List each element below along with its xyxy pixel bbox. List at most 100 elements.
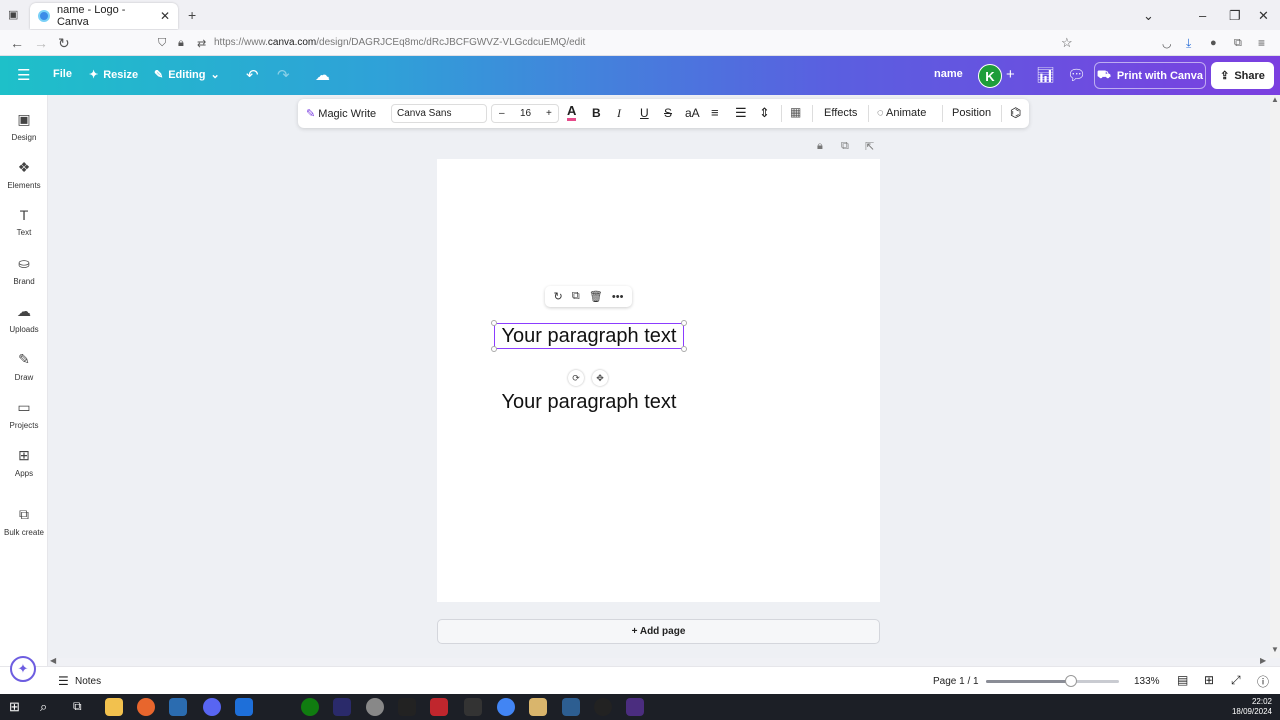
cloud-save-icon[interactable]: ☁	[315, 66, 330, 84]
app-icon[interactable]	[464, 698, 482, 716]
taskbar-clock[interactable]: 22:02 18/09/2024	[1232, 697, 1272, 717]
editing-mode-button[interactable]: ✎ Editing ⌄	[154, 68, 220, 82]
restore-icon[interactable]: ❐	[1229, 8, 1241, 24]
horizontal-scrollbar[interactable]: ◀ ▶	[48, 656, 1270, 666]
sidebar-item-uploads[interactable]: ☁ Uploads	[0, 303, 48, 334]
add-page-button[interactable]: + Add page	[437, 619, 880, 644]
fullscreen-icon[interactable]: ⤢	[1231, 673, 1241, 688]
copy-style-paint-roller-icon[interactable]: ⌬	[1010, 105, 1021, 121]
trash-icon[interactable]: 🗑︎	[589, 290, 603, 303]
insights-chart-icon[interactable]: 📊︎	[1036, 66, 1055, 84]
font-size-increase-button[interactable]: +	[546, 108, 552, 119]
align-center-icon[interactable]: ≡	[711, 105, 719, 120]
zoom-slider[interactable]	[986, 675, 1119, 687]
font-size-stepper[interactable]: – 16 +	[491, 104, 559, 123]
help-icon[interactable]: ⓘ	[1257, 673, 1269, 690]
transparency-icon[interactable]: ▦	[790, 105, 801, 119]
add-page-icon[interactable]: ⇱	[865, 140, 874, 153]
sidebar-item-draw[interactable]: ✎ Draw	[0, 351, 48, 382]
spacing-icon[interactable]: ⇕	[759, 105, 770, 121]
mail-icon[interactable]	[235, 698, 253, 716]
downloads-icon[interactable]: ⤓	[1186, 36, 1191, 51]
tab-list-icon[interactable]: ▣	[8, 8, 18, 21]
page-indicator[interactable]: Page 1 / 1	[933, 676, 979, 687]
permissions-icon[interactable]: ⇄	[197, 37, 206, 50]
reload-icon[interactable]: ↻	[58, 35, 70, 52]
list-icon[interactable]: ☰	[735, 105, 747, 121]
comment-icon[interactable]: 💬︎	[1067, 66, 1086, 84]
resize-handle[interactable]	[491, 346, 497, 352]
text-box[interactable]: Your paragraph text	[494, 389, 684, 415]
zoom-slider-thumb[interactable]	[1065, 675, 1078, 687]
firefox-icon[interactable]	[137, 698, 155, 716]
app-icon[interactable]	[398, 698, 416, 716]
position-button[interactable]: Position	[952, 107, 991, 119]
search-icon[interactable]: ⌕	[40, 699, 47, 715]
resize-handle[interactable]	[681, 320, 687, 326]
file-explorer-icon[interactable]	[105, 698, 123, 716]
avatar[interactable]: K	[978, 64, 1002, 88]
font-size-decrease-button[interactable]: –	[499, 108, 505, 119]
address-bar[interactable]: https://www.canva.com/design/DAGRJCEq8mc…	[214, 37, 585, 48]
add-collaborator-icon[interactable]: +	[1006, 66, 1015, 83]
rotate-handle-icon[interactable]: ⟳	[568, 370, 584, 386]
selected-text-box[interactable]: Your paragraph text	[491, 320, 687, 352]
zoom-level[interactable]: 133%	[1134, 676, 1160, 687]
lock-page-icon[interactable]: 🔒︎	[817, 140, 823, 153]
grid-view-icon[interactable]: ⊞	[1204, 673, 1214, 687]
sidebar-item-text[interactable]: T Text	[0, 207, 48, 237]
app-icon[interactable]	[366, 698, 384, 716]
xbox-icon[interactable]	[301, 698, 319, 716]
extensions-icon[interactable]: ⧉	[1234, 37, 1242, 50]
notes-icon[interactable]: ☰	[58, 674, 69, 688]
comment-add-icon[interactable]: ↻	[554, 290, 563, 303]
app-icon[interactable]	[333, 698, 351, 716]
vertical-scrollbar[interactable]: ▲ ▼	[1270, 95, 1280, 658]
tab-close-icon[interactable]: ✕	[160, 9, 170, 23]
share-button[interactable]: ⇪ Share	[1211, 62, 1274, 89]
resize-handle[interactable]	[491, 320, 497, 326]
scroll-left-arrow-icon[interactable]: ◀	[50, 656, 56, 665]
pocket-icon[interactable]: ◡	[1162, 37, 1172, 50]
windows-start-icon[interactable]: ⊞	[9, 699, 20, 715]
page-view-icon[interactable]: ▤	[1177, 673, 1188, 687]
duplicate-icon[interactable]: ⧉	[572, 290, 580, 303]
browser-menu-icon[interactable]: ≡	[1258, 36, 1265, 50]
main-menu-icon[interactable]: ☰	[17, 66, 30, 84]
steam-icon[interactable]	[169, 698, 187, 716]
scroll-down-arrow-icon[interactable]: ▼	[1271, 645, 1279, 654]
tab-overflow-chevron-icon[interactable]: ⌄	[1143, 8, 1154, 24]
strikethrough-button[interactable]: S	[664, 106, 672, 120]
chrome-icon[interactable]	[497, 698, 515, 716]
sidebar-item-apps[interactable]: ⊞ Apps	[0, 447, 48, 478]
forward-arrow-icon[interactable]: →	[34, 35, 48, 51]
discord-icon[interactable]	[203, 698, 221, 716]
redo-icon[interactable]: ↷	[277, 66, 290, 84]
resize-handle[interactable]	[681, 346, 687, 352]
font-size-value[interactable]: 16	[520, 108, 531, 119]
more-options-icon[interactable]: •••	[612, 291, 624, 303]
magic-assistant-icon[interactable]: ✦	[10, 656, 36, 682]
minimize-icon[interactable]: –	[1199, 8, 1206, 23]
text-color-icon[interactable]: A	[567, 104, 577, 121]
lock-icon[interactable]: 🔒︎	[178, 37, 184, 50]
design-page[interactable]	[437, 159, 880, 602]
sidebar-item-bulk-create[interactable]: ⧉ Bulk create	[0, 506, 48, 537]
bold-button[interactable]: B	[592, 106, 601, 120]
app-icon[interactable]	[430, 698, 448, 716]
resize-button[interactable]: ✦ Resize	[89, 68, 138, 82]
magic-write-button[interactable]: ✎ Magic Write	[306, 107, 376, 120]
notes-button[interactable]: Notes	[75, 676, 101, 687]
design-name[interactable]: name	[934, 68, 963, 80]
browser-tab[interactable]: name - Logo - Canva ✕	[30, 3, 178, 29]
window-close-icon[interactable]: ✕	[1258, 8, 1269, 24]
app-icon[interactable]	[562, 698, 580, 716]
effects-button[interactable]: Effects	[824, 107, 857, 119]
sidebar-item-brand[interactable]: ⛀ Brand	[0, 255, 48, 286]
move-handle-icon[interactable]: ✥	[592, 370, 608, 386]
underline-button[interactable]: U	[640, 106, 649, 120]
animate-button[interactable]: ◌ Animate	[877, 107, 926, 119]
undo-icon[interactable]: ↶	[246, 66, 259, 84]
letter-case-button[interactable]: aA	[685, 106, 700, 120]
font-family-selector[interactable]: Canva Sans	[391, 104, 487, 123]
